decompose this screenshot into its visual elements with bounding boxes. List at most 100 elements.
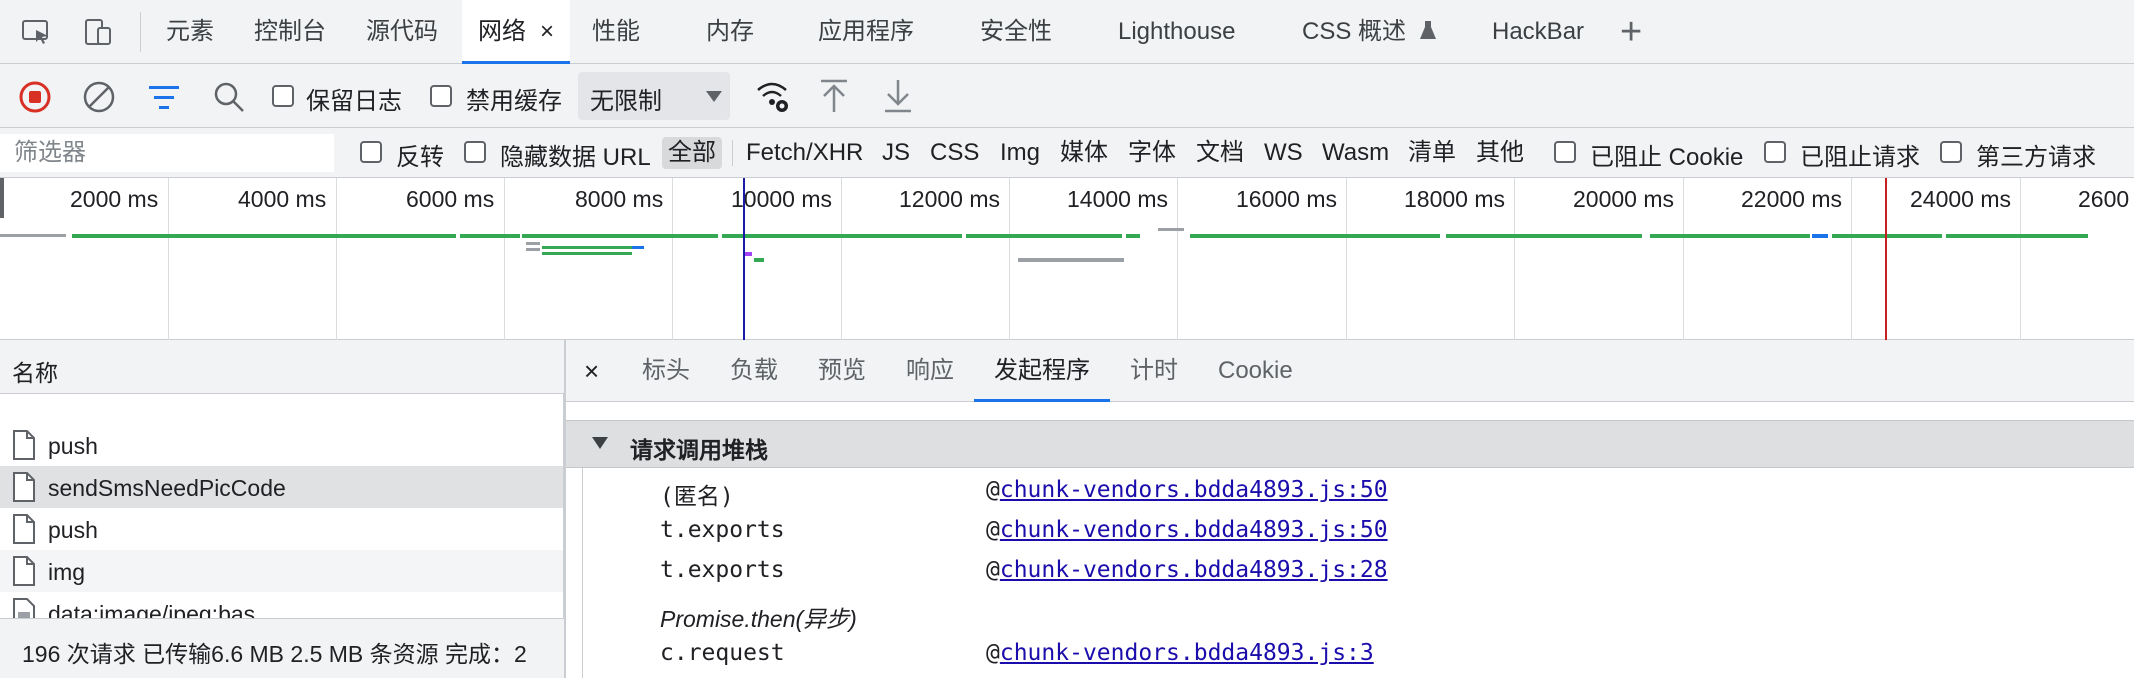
request-row[interactable]: push xyxy=(0,508,563,550)
tab-network[interactable]: 网络 × xyxy=(462,0,571,64)
tab-lighthouse[interactable]: Lighthouse xyxy=(1118,0,1235,64)
type-manifest[interactable]: 清单 xyxy=(1408,137,1456,169)
stack-frame-function: c.request xyxy=(660,640,785,666)
preserve-log-checkbox[interactable] xyxy=(272,85,294,107)
source-link[interactable]: chunk-vendors.bdda4893.js:28 xyxy=(1000,557,1388,583)
at-sign: @ xyxy=(986,640,1000,666)
tab-headers[interactable]: 标头 xyxy=(642,340,690,402)
type-media[interactable]: 媒体 xyxy=(1060,137,1108,169)
pane-splitter[interactable] xyxy=(564,340,566,678)
section-indent-line xyxy=(582,468,583,678)
source-link[interactable]: chunk-vendors.bdda4893.js:50 xyxy=(1000,517,1388,543)
tab-elements[interactable]: 元素 xyxy=(166,0,214,64)
tab-network-label: 网络 xyxy=(478,18,526,45)
stack-frame-location: @chunk-vendors.bdda4893.js:50 xyxy=(986,477,1388,503)
third-party-checkbox[interactable] xyxy=(1940,141,1962,163)
column-name-header: 名称 xyxy=(12,360,58,386)
source-link[interactable]: chunk-vendors.bdda4893.js:50 xyxy=(1000,477,1388,503)
async-boundary-label: Promise.then(异步) xyxy=(660,606,857,632)
disable-cache-checkbox[interactable] xyxy=(430,85,452,107)
stack-frame-location: @chunk-vendors.bdda4893.js:3 xyxy=(986,640,1374,666)
blocked-cookies-label: 已阻止 Cookie xyxy=(1590,144,1744,171)
request-list-pane: 名称 push sendSmsNeedPicCode push img data… xyxy=(0,340,564,678)
request-call-stack-header[interactable]: 请求调用堆栈 xyxy=(566,420,2134,468)
tab-console[interactable]: 控制台 xyxy=(254,0,326,64)
third-party-label: 第三方请求 xyxy=(1976,144,2096,171)
stack-frame-function: t.exports xyxy=(660,557,785,583)
request-row[interactable]: push xyxy=(0,424,563,466)
preserve-log-label: 保留日志 xyxy=(306,88,402,115)
tab-cookies[interactable]: Cookie xyxy=(1218,340,1293,402)
stack-frame-location: @chunk-vendors.bdda4893.js:28 xyxy=(986,557,1388,583)
request-name: sendSmsNeedPicCode xyxy=(48,475,286,501)
document-file-icon xyxy=(13,430,35,460)
network-toolbar: 保留日志 禁用缓存 无限制 xyxy=(0,64,2134,128)
request-row[interactable]: img xyxy=(0,550,563,592)
at-sign: @ xyxy=(986,477,1000,503)
type-wasm[interactable]: Wasm xyxy=(1322,137,1389,169)
blocked-requests-checkbox[interactable] xyxy=(1764,141,1786,163)
request-name: data:image/jpeg;bas… xyxy=(48,601,279,618)
type-font[interactable]: 字体 xyxy=(1128,137,1176,169)
type-ws[interactable]: WS xyxy=(1264,137,1303,169)
timeline-bars xyxy=(0,178,2088,340)
devtools-tab-bar: 元素 控制台 源代码 网络 × 性能 内存 应用程序 安全性 Lighthouse… xyxy=(0,0,2134,64)
type-js[interactable]: JS xyxy=(882,137,910,169)
type-other[interactable]: 其他 xyxy=(1476,137,1524,169)
import-har-icon[interactable] xyxy=(818,78,850,114)
hide-data-urls-checkbox[interactable] xyxy=(464,141,486,163)
tab-preview[interactable]: 预览 xyxy=(818,340,866,402)
tab-initiator[interactable]: 发起程序 xyxy=(974,340,1110,402)
close-details-icon[interactable]: × xyxy=(584,340,599,402)
blocked-requests-label: 已阻止请求 xyxy=(1800,144,1920,171)
throttling-select[interactable]: 无限制 xyxy=(578,72,730,120)
request-row[interactable]: data:image/jpeg;bas… xyxy=(0,592,563,618)
blocked-cookies-checkbox[interactable] xyxy=(1554,141,1576,163)
filter-bar: 反转 隐藏数据 URL 全部 Fetch/XHR JS CSS Img 媒体 字… xyxy=(0,128,2134,178)
at-sign: @ xyxy=(986,557,1000,583)
tab-hackbar[interactable]: HackBar xyxy=(1492,0,1584,64)
export-har-icon[interactable] xyxy=(882,78,914,114)
image-file-icon xyxy=(13,598,35,618)
disable-cache-label: 禁用缓存 xyxy=(466,88,562,115)
tab-memory[interactable]: 内存 xyxy=(706,0,754,64)
type-fetch-xhr[interactable]: Fetch/XHR xyxy=(746,137,863,169)
record-stop-icon[interactable] xyxy=(18,80,52,114)
search-icon[interactable] xyxy=(212,80,246,114)
add-tab-icon[interactable]: + xyxy=(1620,0,1642,64)
tab-security[interactable]: 安全性 xyxy=(980,0,1052,64)
tab-response[interactable]: 响应 xyxy=(906,340,954,402)
tab-css-overview-label: CSS 概述 xyxy=(1302,18,1407,45)
source-link[interactable]: chunk-vendors.bdda4893.js:3 xyxy=(1000,640,1374,666)
stack-frame-location: @chunk-vendors.bdda4893.js:50 xyxy=(986,517,1388,543)
invert-label: 反转 xyxy=(396,144,444,171)
filter-input[interactable] xyxy=(0,134,334,172)
type-doc[interactable]: 文档 xyxy=(1196,137,1244,169)
request-list-header[interactable]: 名称 xyxy=(0,340,564,394)
request-details-pane: × 标头 负载 预览 响应 发起程序 计时 Cookie 请求调用堆栈 (匿名)… xyxy=(566,340,2134,678)
type-css[interactable]: CSS xyxy=(930,137,979,169)
stack-frame-function: (匿名) xyxy=(660,484,734,510)
tab-sources[interactable]: 源代码 xyxy=(366,0,438,64)
type-img[interactable]: Img xyxy=(1000,137,1040,169)
clear-icon[interactable] xyxy=(82,80,116,114)
inspect-element-icon[interactable] xyxy=(20,16,52,48)
filter-icon[interactable] xyxy=(148,84,180,112)
stack-frame-function: t.exports xyxy=(660,517,785,543)
tab-performance[interactable]: 性能 xyxy=(592,0,640,64)
tab-css-overview[interactable]: CSS 概述 xyxy=(1302,0,1437,64)
network-conditions-icon[interactable] xyxy=(756,78,790,114)
type-all[interactable]: 全部 xyxy=(662,137,722,169)
request-row-selected[interactable]: sendSmsNeedPicCode xyxy=(0,466,563,508)
tab-timing[interactable]: 计时 xyxy=(1130,340,1178,402)
request-summary: 196 次请求 已传输6.6 MB 2.5 MB 条资源 完成：2 xyxy=(22,641,527,667)
throttling-value: 无限制 xyxy=(590,88,662,115)
tab-close-icon[interactable]: × xyxy=(540,18,554,45)
invert-checkbox[interactable] xyxy=(360,141,382,163)
tab-application[interactable]: 应用程序 xyxy=(818,0,914,64)
filter-divider xyxy=(732,140,733,166)
tab-payload[interactable]: 负载 xyxy=(730,340,778,402)
document-file-icon xyxy=(13,556,35,586)
chevron-down-icon xyxy=(706,91,722,102)
device-toolbar-icon[interactable] xyxy=(82,16,114,48)
